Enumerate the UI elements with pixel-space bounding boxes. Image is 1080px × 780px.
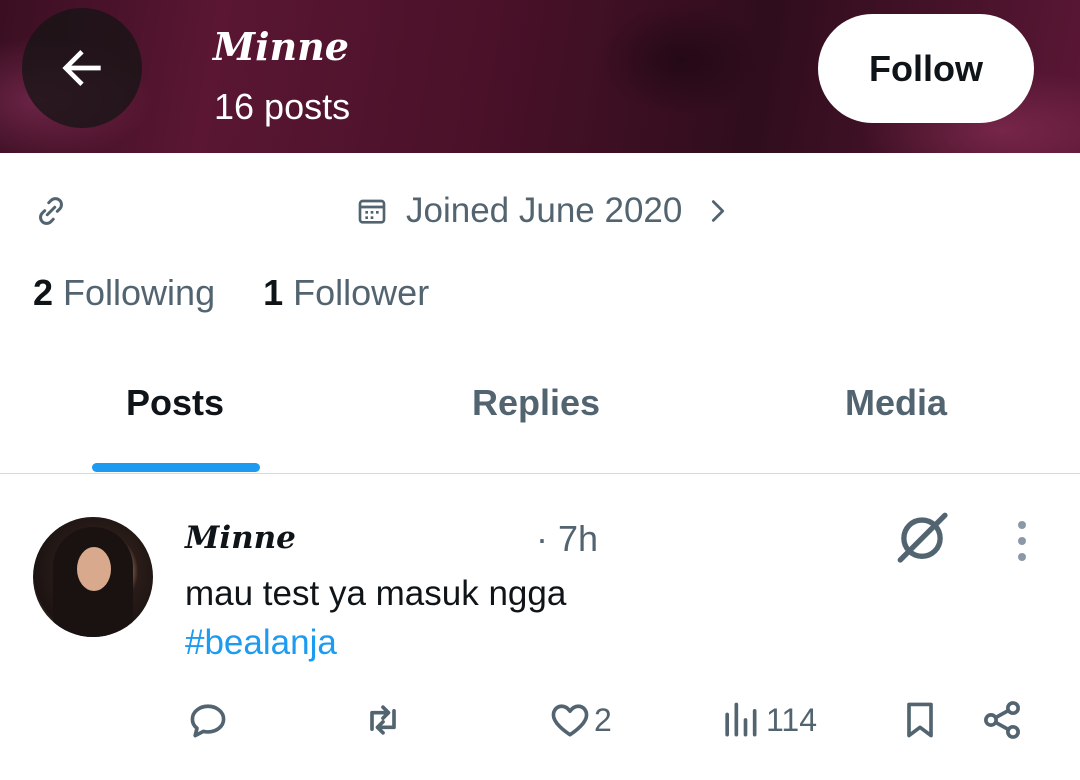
joined-date-text: Joined June 2020 [406,191,683,230]
following-link[interactable]: 2 Following [33,272,215,314]
bookmark-icon [907,702,933,738]
header-profile-name: Minne [213,24,349,69]
share-icon [984,701,1020,739]
repost-button[interactable] [361,698,405,742]
following-label: Following [63,272,216,313]
post-text: mau test ya masuk ngga [185,574,567,613]
post-hashtag-link[interactable]: #bealanja [185,623,337,663]
follow-button[interactable]: Follow [818,14,1034,123]
following-count: 2 [33,272,54,313]
tab-replies[interactable]: Replies [472,382,600,424]
joined-date-row[interactable]: Joined June 2020 [356,188,732,234]
link-icon[interactable] [33,193,69,229]
active-tab-indicator [92,463,260,472]
tab-posts[interactable]: Posts [126,382,224,424]
views-chart-icon [725,702,757,737]
avatar[interactable] [33,517,153,637]
profile-tabs: Posts Replies Media [0,360,1080,474]
calendar-icon [358,199,386,224]
heart-icon [551,704,589,737]
followers-count: 1 [263,272,284,313]
post-timestamp[interactable]: · 7h [536,518,598,560]
like-button[interactable]: 2 [548,698,612,742]
tab-media[interactable]: Media [845,382,947,424]
header-posts-count: 16 posts [214,86,351,127]
reply-icon [190,704,226,738]
profile-header-banner: Minne 16 posts Follow [0,0,1080,153]
arrow-left-icon [62,50,101,86]
avatar-face [77,547,111,591]
repost-icon [370,705,396,735]
grok-icon[interactable] [893,508,951,566]
views-button[interactable]: 114 [718,698,817,742]
share-button[interactable] [980,698,1024,742]
bookmark-button[interactable] [898,698,942,742]
follow-stats: 2 Following 1 Follower [33,272,429,314]
like-count: 2 [594,701,612,738]
chevron-right-icon [712,200,725,222]
followers-label: Follower [293,272,430,313]
followers-link[interactable]: 1 Follower [263,272,429,314]
views-count: 114 [766,701,818,738]
more-options-icon[interactable] [1012,520,1032,562]
reply-button[interactable] [186,698,230,742]
post-author-name[interactable]: Minne [185,520,296,556]
back-button[interactable] [22,8,142,128]
